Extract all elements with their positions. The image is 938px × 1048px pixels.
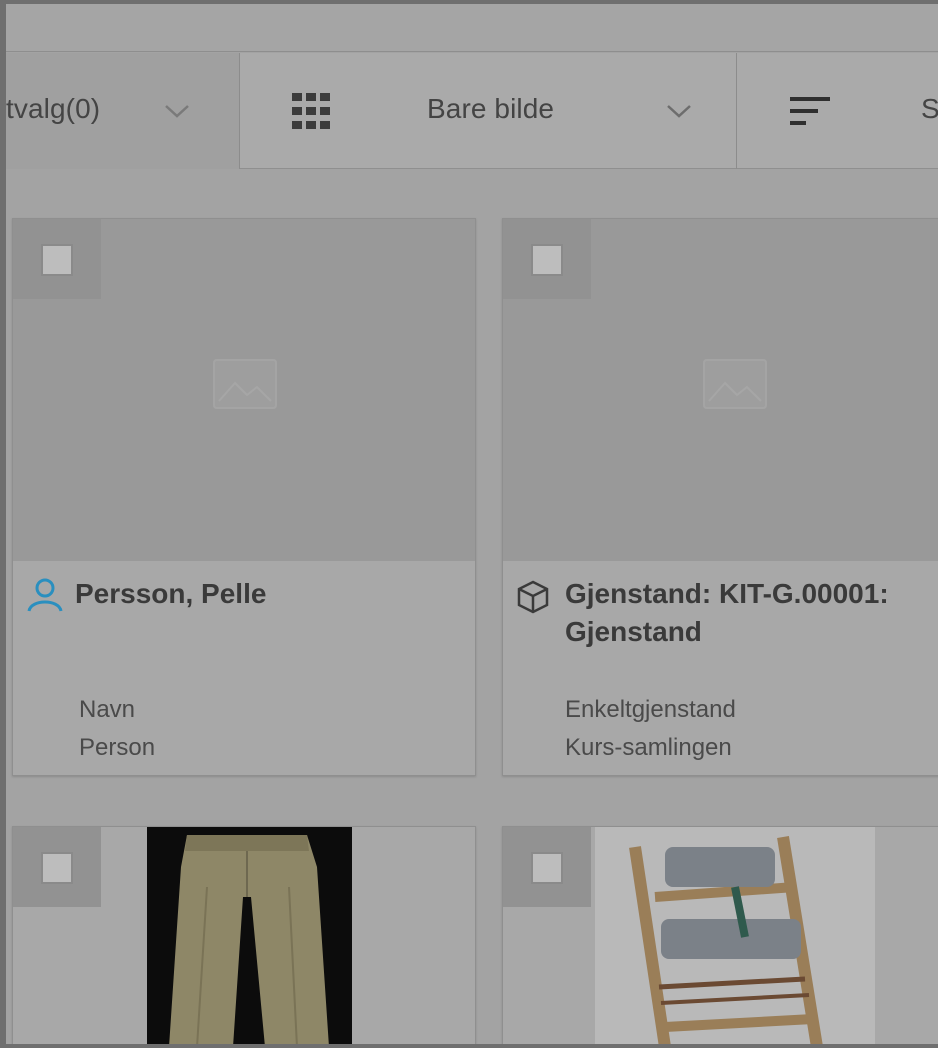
selection-label: tvalg(0) — [6, 93, 101, 124]
view-mode-dropdown[interactable]: Bare bilde — [241, 53, 737, 169]
image-placeholder-icon — [703, 359, 767, 409]
checkbox-area — [13, 219, 101, 299]
view-mode-label: Bare bilde — [427, 93, 555, 124]
select-checkbox[interactable] — [41, 852, 73, 884]
checkbox-area — [13, 827, 101, 907]
select-checkbox[interactable] — [531, 852, 563, 884]
person-icon — [25, 577, 65, 613]
card-title[interactable]: Persson, Pelle — [75, 575, 266, 613]
card-meta-category: Person — [79, 734, 156, 761]
checkbox-area — [503, 219, 591, 299]
highchair-photo — [595, 827, 875, 1044]
card-meta-type: Enkeltgjenstand — [565, 696, 736, 723]
grid-view-icon — [291, 91, 331, 131]
selection-dropdown[interactable]: tvalg(0) — [6, 53, 240, 169]
chevron-down-icon — [164, 103, 190, 119]
checkbox-area — [503, 827, 591, 907]
card-body: Gjenstand: KIT-G.00001: Gjenstand Enkelt… — [503, 561, 938, 775]
trousers-photo — [147, 827, 352, 1044]
toolbar: tvalg(0) Bare bilde S — [6, 53, 938, 169]
sort-label: S — [921, 93, 938, 124]
image-placeholder-icon — [213, 359, 277, 409]
app-frame: tvalg(0) Bare bilde S Persson, Pelle Nav… — [6, 4, 938, 1044]
card-meta-collection: Kurs-samlingen — [565, 734, 732, 761]
select-checkbox[interactable] — [41, 244, 73, 276]
card-title-line1: Gjenstand: KIT-G.00001: — [565, 578, 889, 609]
card-meta-type: Navn — [79, 696, 136, 723]
result-card-trousers[interactable] — [12, 826, 476, 1044]
result-card-person[interactable]: Persson, Pelle Navn Person — [12, 218, 476, 776]
sort-dropdown[interactable]: S — [738, 53, 938, 169]
select-checkbox[interactable] — [531, 244, 563, 276]
card-title[interactable]: Gjenstand: KIT-G.00001: Gjenstand — [565, 575, 889, 651]
result-card-object[interactable]: Gjenstand: KIT-G.00001: Gjenstand Enkelt… — [502, 218, 938, 776]
chevron-down-icon — [666, 103, 692, 119]
sort-icon — [790, 95, 830, 127]
result-card-highchair[interactable] — [502, 826, 938, 1044]
card-title-line2: Gjenstand — [565, 616, 702, 647]
card-body: Persson, Pelle Navn Person — [13, 561, 475, 775]
cube-icon — [513, 579, 553, 615]
top-bar — [6, 4, 938, 52]
